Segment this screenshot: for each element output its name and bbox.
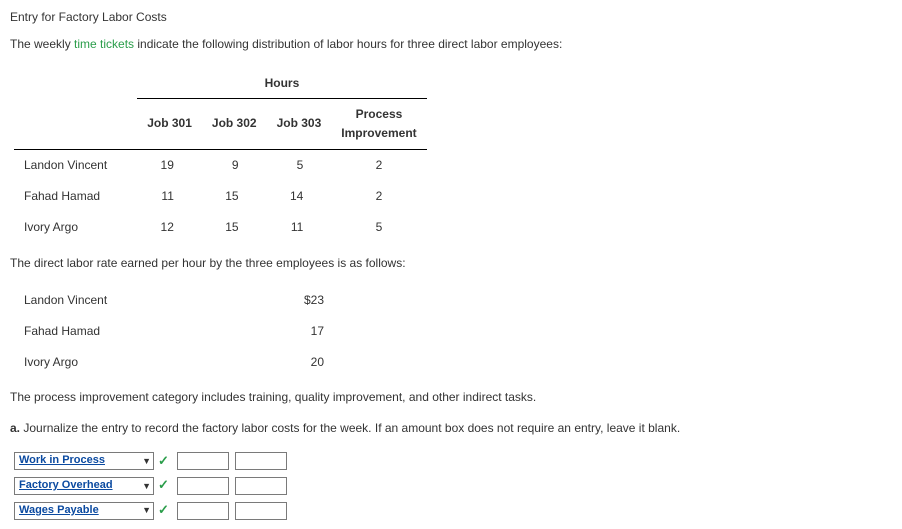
dropdown-text: Work in Process	[19, 452, 105, 470]
intro-text: The weekly time tickets indicate the fol…	[10, 35, 892, 54]
account-dropdown[interactable]: Factory Overhead ▼	[14, 477, 154, 495]
rate-value: 17	[254, 316, 334, 347]
intro-post: indicate the following distribution of l…	[134, 37, 562, 51]
rate-name: Landon Vincent	[14, 285, 254, 316]
process-note: The process improvement category include…	[10, 388, 892, 407]
journal-row: Factory Overhead ▼ ✓	[14, 475, 892, 496]
qa-text: Journalize the entry to record the facto…	[20, 421, 680, 435]
cell-proc: 2	[331, 149, 426, 181]
rate-row: Ivory Argo 20	[14, 347, 334, 378]
rate-value: $23	[254, 285, 334, 316]
cell-j301: 19	[137, 149, 202, 181]
journal-row: Wages Payable ▼ ✓	[14, 500, 892, 521]
debit-input[interactable]	[177, 477, 229, 495]
check-icon: ✓	[158, 500, 169, 521]
rate-row: Landon Vincent $23	[14, 285, 334, 316]
journal-row: Work in Process ▼ ✓	[14, 451, 892, 472]
chevron-down-icon: ▼	[142, 479, 151, 493]
hours-header: Hours	[137, 68, 426, 98]
page-title: Entry for Factory Labor Costs	[10, 8, 892, 27]
col-job303: Job 303	[267, 98, 332, 149]
rate-row: Fahad Hamad 17	[14, 316, 334, 347]
account-dropdown[interactable]: Wages Payable ▼	[14, 502, 154, 520]
debit-input[interactable]	[177, 502, 229, 520]
cell-j303: 5	[267, 149, 332, 181]
credit-input[interactable]	[235, 452, 287, 470]
rate-table: Landon Vincent $23 Fahad Hamad 17 Ivory …	[14, 285, 334, 379]
cell-j302: 9	[202, 149, 267, 181]
col-job302: Job 302	[202, 98, 267, 149]
rate-value: 20	[254, 347, 334, 378]
cell-j301: 12	[137, 212, 202, 243]
time-tickets-link[interactable]: time tickets	[74, 37, 134, 51]
chevron-down-icon: ▼	[142, 503, 151, 517]
table-row: Ivory Argo 12 15 11 5	[14, 212, 427, 243]
credit-input[interactable]	[235, 502, 287, 520]
question-a: a. Journalize the entry to record the fa…	[10, 419, 892, 438]
chevron-down-icon: ▼	[142, 454, 151, 468]
rate-name: Ivory Argo	[14, 347, 254, 378]
col-job301: Job 301	[137, 98, 202, 149]
cell-proc: 2	[331, 181, 426, 212]
rate-intro: The direct labor rate earned per hour by…	[10, 254, 892, 273]
account-dropdown[interactable]: Work in Process ▼	[14, 452, 154, 470]
emp-name: Ivory Argo	[14, 212, 137, 243]
table-row: Fahad Hamad 11 15 14 2	[14, 181, 427, 212]
cell-j303: 11	[267, 212, 332, 243]
debit-input[interactable]	[177, 452, 229, 470]
cell-j302: 15	[202, 181, 267, 212]
dropdown-text: Factory Overhead	[19, 477, 113, 495]
qa-label: a.	[10, 421, 20, 435]
emp-name: Landon Vincent	[14, 149, 137, 181]
check-icon: ✓	[158, 475, 169, 496]
credit-input[interactable]	[235, 477, 287, 495]
cell-j303: 14	[267, 181, 332, 212]
cell-j301: 11	[137, 181, 202, 212]
hours-table: Hours Job 301 Job 302 Job 303 Process Im…	[14, 68, 427, 243]
table-row: Landon Vincent 19 9 5 2	[14, 149, 427, 181]
rate-name: Fahad Hamad	[14, 316, 254, 347]
col-process: Process Improvement	[331, 98, 426, 149]
dropdown-text: Wages Payable	[19, 502, 99, 520]
check-icon: ✓	[158, 451, 169, 472]
cell-proc: 5	[331, 212, 426, 243]
intro-pre: The weekly	[10, 37, 74, 51]
emp-name: Fahad Hamad	[14, 181, 137, 212]
cell-j302: 15	[202, 212, 267, 243]
